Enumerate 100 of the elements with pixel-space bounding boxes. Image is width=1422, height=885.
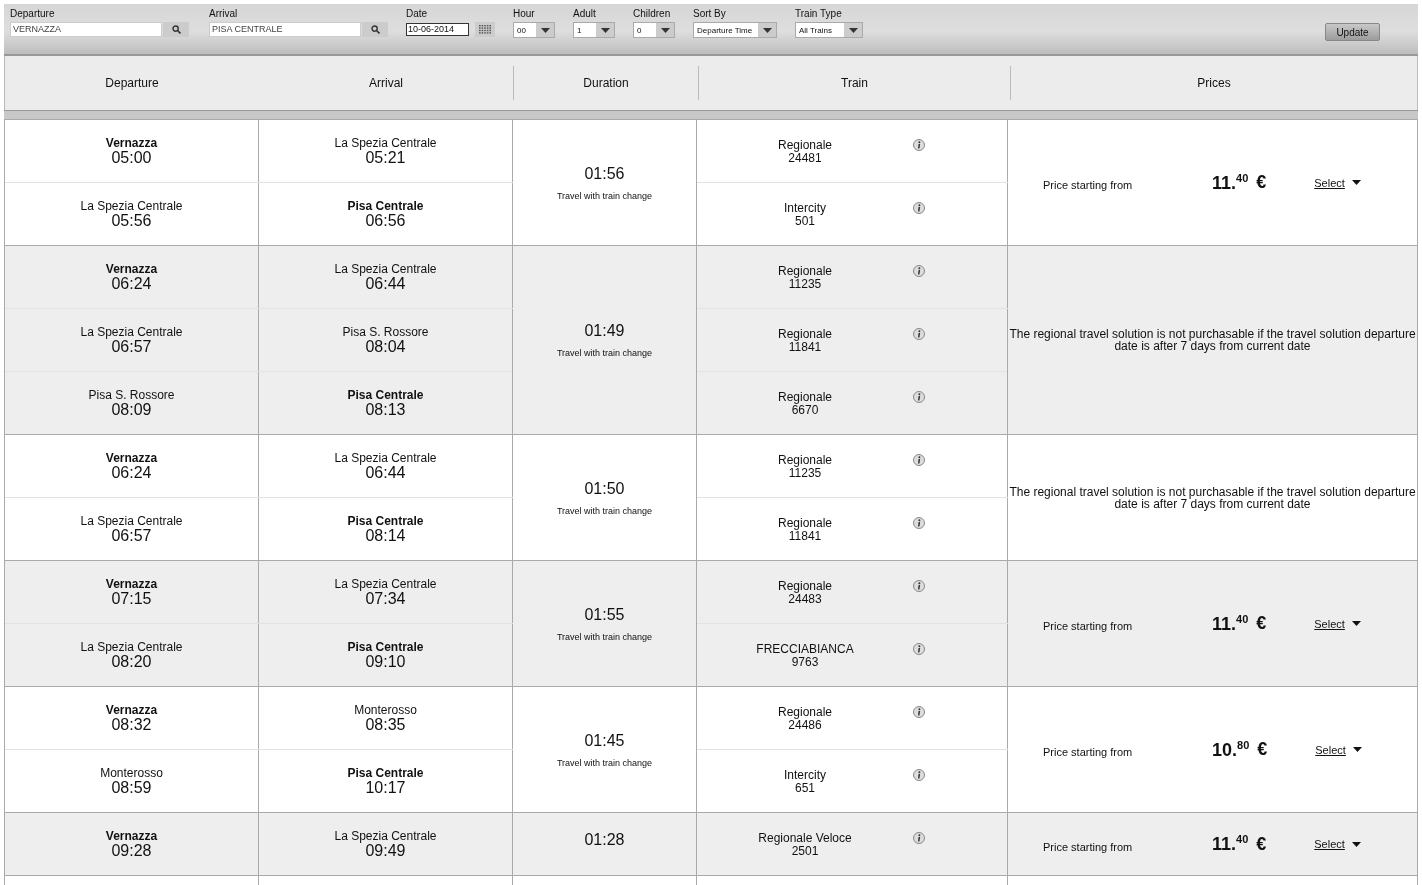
currency-symbol: € (1256, 613, 1268, 634)
info-button[interactable] (913, 832, 925, 844)
dropdown[interactable]: 1 (573, 22, 615, 38)
time-text: 09:49 (365, 842, 407, 859)
info-button[interactable] (913, 265, 925, 277)
info-button[interactable] (913, 517, 925, 529)
train-name: Regionale (776, 579, 833, 593)
column-header: Arrival (369, 76, 403, 90)
station-name: Vernazza (104, 262, 159, 276)
info-button[interactable] (913, 706, 925, 718)
caret-icon (660, 27, 670, 33)
select-link[interactable]: Select (1314, 617, 1345, 630)
info-button[interactable] (913, 769, 925, 781)
currency-symbol: € (1256, 172, 1268, 193)
info-icon (913, 643, 925, 655)
info-button[interactable] (913, 202, 925, 214)
station-name: Vernazza (104, 703, 159, 717)
dropdown[interactable]: All Trains (795, 22, 863, 38)
station-name: Pisa S. Rossore (87, 388, 176, 402)
info-icon (913, 202, 925, 214)
caret-icon (1352, 747, 1362, 752)
note-text: Travel with train change (555, 757, 654, 768)
train-number: 11235 (788, 466, 822, 479)
time-text: 08:20 (111, 653, 153, 670)
search-icon (171, 25, 181, 34)
info-icon (913, 517, 925, 529)
price-label: Price starting from (1043, 746, 1134, 758)
train-name: Intercity (783, 768, 827, 782)
station-name: La Spezia Centrale (79, 514, 184, 528)
date-field[interactable]: 10-06-2014 (406, 23, 469, 36)
search-button[interactable] (163, 22, 189, 37)
price-amount: 11.$^{40}$ (1212, 833, 1249, 855)
text-field[interactable]: VERNAZZA (10, 22, 162, 37)
station-name: La Spezia Centrale (333, 451, 438, 465)
station-name: Pisa Centrale (346, 388, 425, 402)
time-text: 06:24 (110, 464, 153, 481)
info-icon (913, 328, 925, 340)
select-link[interactable]: Select (1314, 838, 1345, 850)
time-text: 06:24 (110, 275, 153, 292)
time-text: 05:21 (365, 149, 407, 166)
info-icon (913, 832, 925, 844)
duration-text: 01:49 (583, 322, 626, 340)
train-name: Regionale (776, 264, 833, 278)
train-number: 24486 (788, 718, 822, 731)
duration-text: 01:28 (583, 831, 626, 849)
info-button[interactable] (913, 643, 925, 655)
price-label: Price starting from (1043, 840, 1134, 853)
calendar-icon (479, 25, 491, 34)
calendar-button[interactable] (475, 22, 495, 37)
info-icon (913, 706, 925, 718)
update-button[interactable]: Update (1325, 23, 1380, 41)
dropdown[interactable]: Departure Time (693, 22, 777, 38)
info-button[interactable] (913, 391, 925, 403)
station-name: La Spezia Centrale (333, 262, 438, 276)
price-label: Price starting from (1043, 179, 1134, 191)
train-number: 6670 (791, 403, 819, 416)
info-button[interactable] (913, 328, 925, 340)
station-name: Vernazza (104, 829, 159, 843)
caret-icon (762, 27, 772, 33)
time-text: 05:56 (111, 212, 153, 229)
dropdown[interactable]: 0 (633, 22, 675, 38)
note-text: Travel with train change (555, 631, 654, 642)
select-link[interactable]: Select (1315, 743, 1346, 756)
duration-text: 01:55 (583, 605, 626, 624)
currency-symbol: € (1256, 833, 1268, 855)
column-header: Departure (105, 76, 159, 90)
train-name: Regionale (776, 516, 833, 530)
caret-icon (1351, 621, 1361, 626)
dropdown[interactable]: 00 (513, 22, 555, 38)
select-link[interactable]: Select (1314, 176, 1345, 189)
info-button[interactable] (913, 454, 925, 466)
station-name: Vernazza (104, 577, 159, 591)
info-icon (913, 391, 925, 403)
time-text: 08:32 (110, 716, 153, 733)
time-text: 09:10 (364, 653, 407, 670)
info-button[interactable] (913, 580, 925, 592)
field-label: Adult (573, 8, 597, 21)
time-text: 08:04 (364, 338, 407, 355)
caret-icon (1351, 841, 1361, 847)
field-label: Hour (513, 8, 536, 21)
duration-text: 01:45 (583, 731, 626, 750)
station-name: Pisa Centrale (346, 766, 425, 780)
search-button[interactable] (362, 22, 388, 37)
search-icon (370, 25, 380, 34)
train-number: 24481 (788, 151, 822, 164)
train-number: 2501 (791, 844, 820, 857)
station-name: Pisa Centrale (346, 199, 425, 213)
notice-text: The regional travel solution is not purchasable if the travel solution departure date is after 7 days from current date (1008, 485, 1417, 510)
train-name: Regionale (776, 390, 833, 404)
duration-text: 01:50 (583, 479, 626, 498)
station-name: La Spezia Centrale (79, 199, 184, 213)
train-name: Intercity (783, 201, 827, 215)
time-text: 06:44 (365, 464, 407, 481)
time-text: 08:35 (364, 716, 407, 733)
price-label: Price starting from (1043, 620, 1134, 632)
station-name: La Spezia Centrale (79, 325, 184, 339)
info-icon (913, 580, 925, 592)
text-field[interactable]: PISA CENTRALE (209, 22, 361, 37)
station-name: Monterosso (353, 703, 418, 717)
info-button[interactable] (913, 139, 925, 151)
